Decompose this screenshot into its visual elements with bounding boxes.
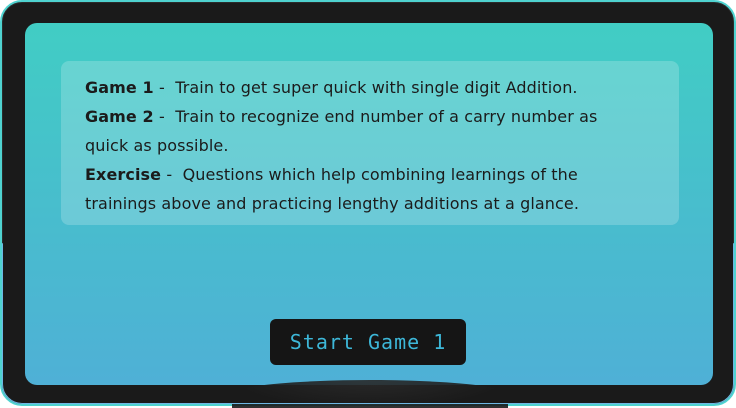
frame-bottom-shadow bbox=[232, 380, 508, 408]
instructions-panel: Game 1 - Train to get super quick with s… bbox=[61, 61, 679, 225]
game2-text-line2: quick as possible. bbox=[85, 136, 229, 155]
exercise-text-line2: trainings above and practicing lengthy a… bbox=[85, 194, 580, 213]
exercise-label: Exercise bbox=[85, 165, 162, 184]
start-game-button[interactable]: Start Game 1 bbox=[270, 319, 466, 365]
game2-label: Game 2 bbox=[85, 107, 154, 126]
game1-separator: - bbox=[153, 78, 176, 97]
game2-separator: - bbox=[153, 107, 176, 126]
exercise-text-line1: Questions which help combining learnings… bbox=[182, 165, 578, 184]
game1-description: Game 1 - Train to get super quick with s… bbox=[85, 73, 655, 102]
game1-text: Train to get super quick with single dig… bbox=[175, 78, 578, 97]
game-screen: Game 1 - Train to get super quick with s… bbox=[25, 23, 713, 385]
exercise-separator: - bbox=[161, 165, 183, 184]
game2-text-line1: Train to recognize end number of a carry… bbox=[175, 107, 598, 126]
exercise-description: Exercise - Questions which help combinin… bbox=[85, 160, 655, 189]
exercise-description-continued: trainings above and practicing lengthy a… bbox=[85, 189, 655, 218]
game1-label: Game 1 bbox=[85, 78, 154, 97]
game2-description-continued: quick as possible. bbox=[85, 131, 655, 160]
device-frame: Game 1 - Train to get super quick with s… bbox=[0, 0, 736, 408]
game2-description: Game 2 - Train to recognize end number o… bbox=[85, 102, 655, 131]
